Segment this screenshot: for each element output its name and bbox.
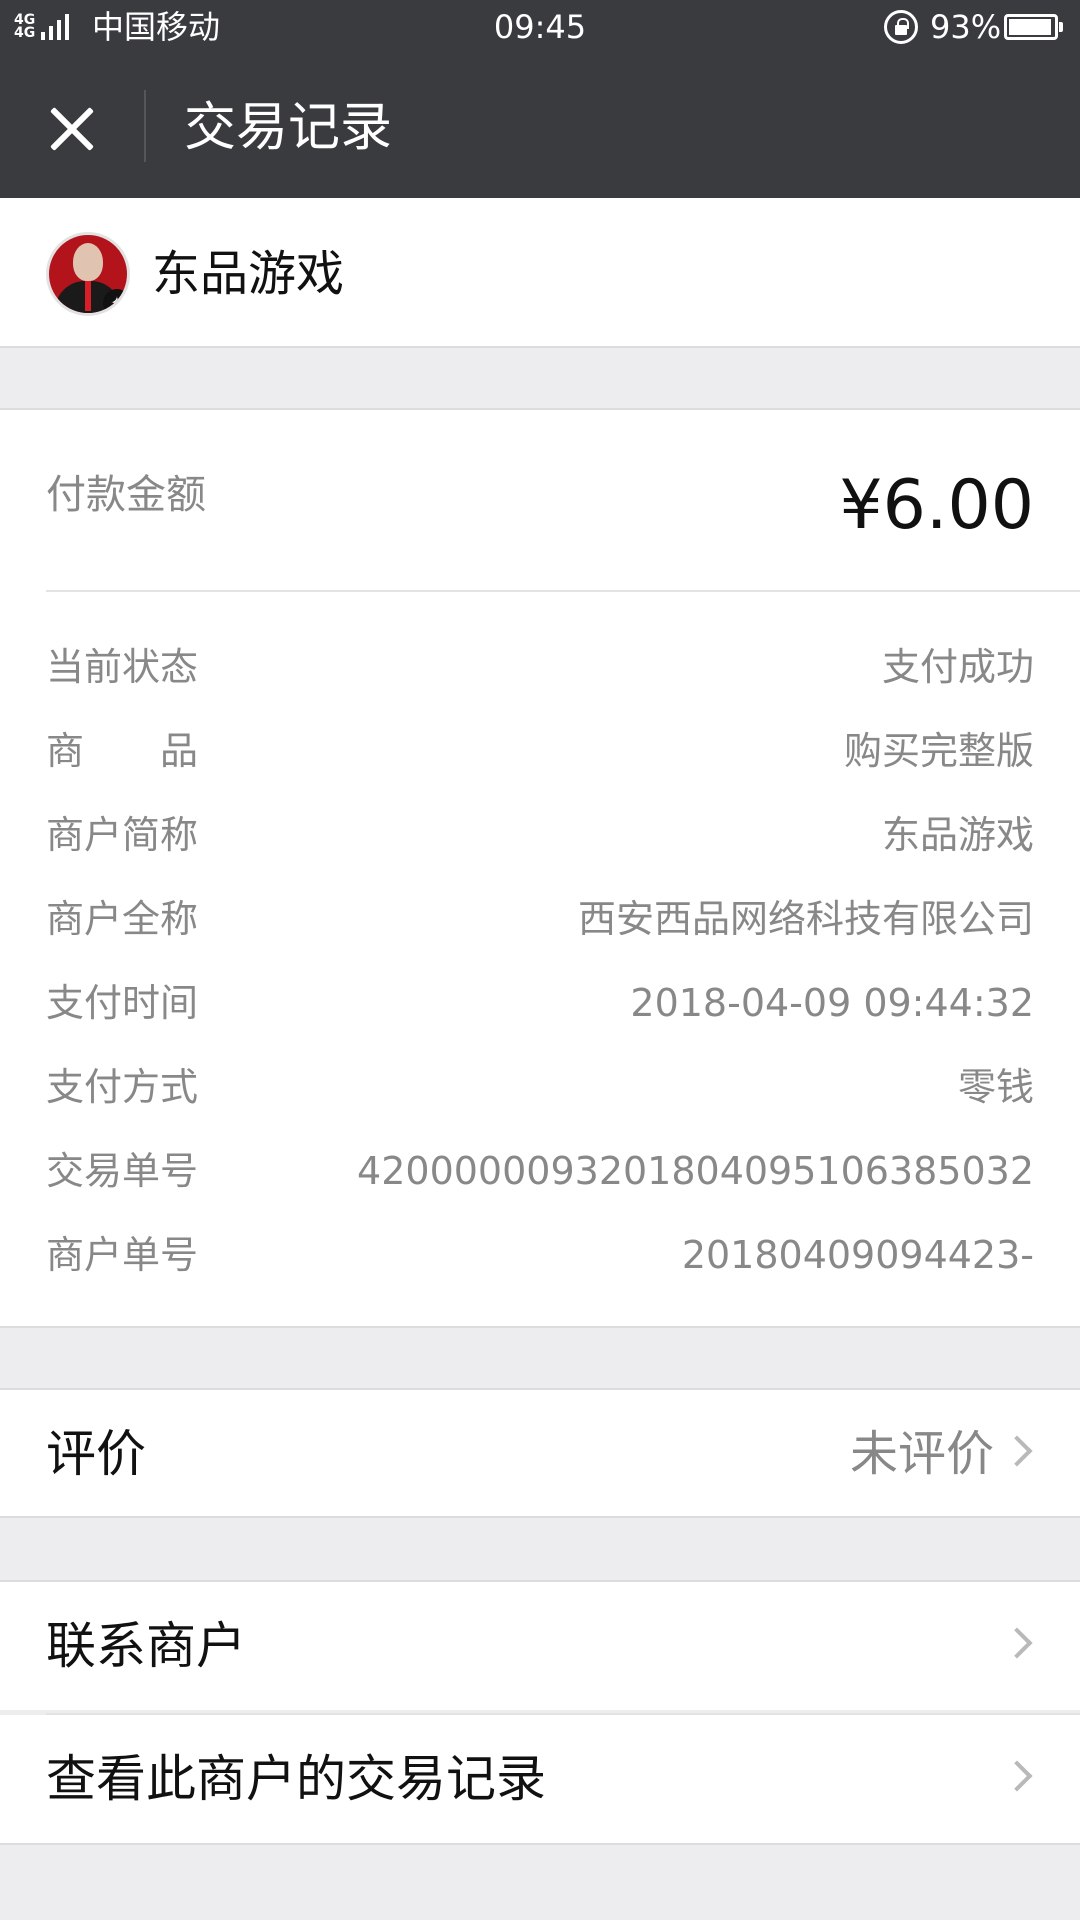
detail-value: 支付成功 <box>881 645 1034 689</box>
avatar-badge-icon: ✦ <box>103 289 127 313</box>
review-status: 未评价 <box>849 1426 994 1482</box>
status-bar: 4G 4G 中国移动 09:45 93% <box>0 0 1080 54</box>
detail-row-status: 当前状态 支付成功 <box>46 638 1034 698</box>
detail-key: 交易单号 <box>46 1149 199 1193</box>
detail-value[interactable]: 4200000093201804095106385032 <box>357 1148 1034 1194</box>
detail-row-merchant-order-id: 商户单号 20180409094423- <box>46 1226 1034 1286</box>
detail-value: 东品游戏 <box>881 813 1034 857</box>
detail-value[interactable]: 20180409094423- <box>682 1232 1034 1278</box>
battery-percent: 93% <box>930 8 1002 46</box>
merchant-header: ✦ 东品游戏 <box>0 198 1080 348</box>
detail-row-pay-method: 支付方式 零钱 <box>46 1058 1034 1118</box>
status-time: 09:45 <box>493 8 587 46</box>
battery-icon <box>1004 14 1063 40</box>
detail-key: 商户全称 <box>46 897 199 941</box>
detail-value: 2018-04-09 09:44:32 <box>630 981 1034 1025</box>
chevron-right-icon <box>1001 1435 1033 1467</box>
chevron-right-icon <box>1001 1627 1033 1659</box>
title-bar: 交易记录 <box>0 54 1080 198</box>
review-row[interactable]: 评价 未评价 <box>0 1388 1080 1518</box>
chevron-right-icon <box>1001 1760 1033 1792</box>
close-icon[interactable] <box>40 98 104 162</box>
detail-row-merchant-short: 商户简称 东品游戏 <box>46 806 1034 866</box>
detail-key: 支付时间 <box>46 981 199 1025</box>
detail-row-transaction-id: 交易单号 4200000093201804095106385032 <box>46 1142 1034 1202</box>
detail-key: 支付方式 <box>46 1065 199 1109</box>
divider <box>46 590 1080 592</box>
detail-value: 购买完整版 <box>843 729 1034 773</box>
detail-row-pay-time: 支付时间 2018-04-09 09:44:32 <box>46 974 1034 1034</box>
detail-key: 商 品 <box>46 729 199 773</box>
merchant-history-row[interactable]: 查看此商户的交易记录 <box>0 1715 1080 1845</box>
rotation-lock-icon <box>884 10 918 44</box>
title-divider <box>144 90 146 162</box>
merchant-name: 东品游戏 <box>152 246 345 302</box>
detail-key: 商户单号 <box>46 1233 199 1277</box>
payment-detail-card: 付款金额 ¥6.00 当前状态 支付成功 商 品 购买完整版 商户简称 东品游戏… <box>0 408 1080 1328</box>
amount-label: 付款金额 <box>46 472 206 518</box>
detail-row-merchant-full: 商户全称 西安西品网络科技有限公司 <box>46 890 1034 950</box>
detail-value: 零钱 <box>957 1065 1034 1109</box>
detail-key: 商户简称 <box>46 813 199 857</box>
detail-row-product: 商 品 购买完整版 <box>46 722 1034 782</box>
amount-value: ¥6.00 <box>839 466 1034 545</box>
detail-value: 西安西品网络科技有限公司 <box>577 897 1034 941</box>
review-label: 评价 <box>46 1425 146 1483</box>
detail-key: 当前状态 <box>46 645 199 689</box>
contact-merchant-label: 联系商户 <box>46 1617 246 1675</box>
page-title: 交易记录 <box>184 98 393 158</box>
merchant-avatar: ✦ <box>46 232 130 316</box>
contact-merchant-row[interactable]: 联系商户 <box>0 1580 1080 1710</box>
merchant-history-label: 查看此商户的交易记录 <box>46 1750 546 1808</box>
